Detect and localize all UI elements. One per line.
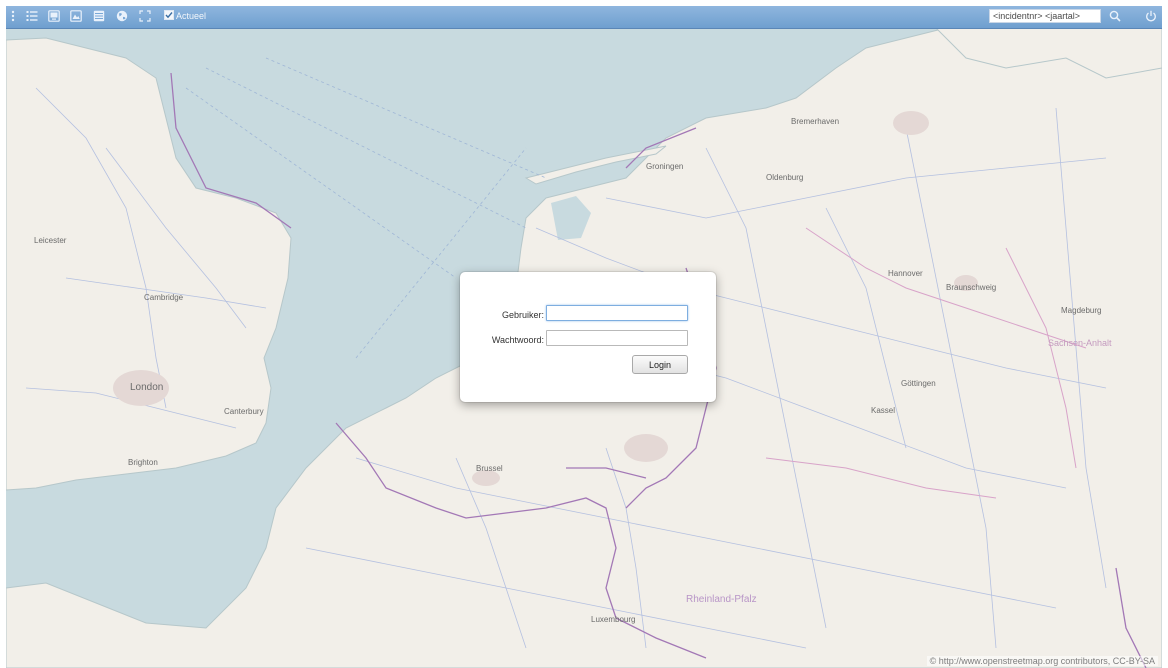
search-icon[interactable]: [1108, 9, 1122, 23]
image-icon[interactable]: [69, 9, 83, 23]
layers-list-icon[interactable]: [25, 9, 39, 23]
region-label: Sachsen-Anhalt: [1048, 338, 1112, 348]
city-label: Cambridge: [144, 293, 184, 302]
city-label: Magdeburg: [1061, 306, 1101, 315]
app-window: Actueel <incidentnr> <jaartal> London Ca…: [0, 0, 1168, 668]
user-label: Gebruiker:: [501, 310, 544, 320]
city-label: Canterbury: [224, 407, 264, 416]
actueel-checkbox[interactable]: [164, 10, 174, 20]
monitor-icon[interactable]: [47, 9, 61, 23]
password-input[interactable]: [546, 330, 688, 346]
login-dialog: Gebruiker: Wachtwoord: Login: [460, 272, 716, 402]
table-icon[interactable]: [92, 9, 106, 23]
globe-icon[interactable]: [115, 9, 129, 23]
city-label: Groningen: [646, 162, 683, 171]
map-viewer: Actueel <incidentnr> <jaartal> London Ca…: [6, 6, 1162, 668]
actueel-label: Actueel: [176, 11, 207, 21]
password-label: Wachtwoord:: [491, 335, 544, 345]
username-input[interactable]: [546, 305, 688, 321]
city-label: London: [130, 382, 163, 393]
city-label: Braunschweig: [946, 283, 996, 292]
city-label: Leicester: [34, 236, 67, 245]
region-label: Rheinland-Pfalz: [686, 594, 757, 605]
menu-icon[interactable]: [6, 9, 20, 23]
city-label: Brussel: [476, 464, 503, 473]
city-label: Oldenburg: [766, 173, 803, 182]
city-label: Brighton: [128, 458, 158, 467]
city-label: Luxembourg: [591, 615, 635, 624]
power-icon[interactable]: [1144, 9, 1158, 23]
city-label: Hannover: [888, 269, 923, 278]
incident-search-input[interactable]: [989, 9, 1101, 23]
city-label: Bremerhaven: [791, 117, 839, 126]
fullscreen-icon[interactable]: [138, 9, 152, 23]
login-button[interactable]: Login: [632, 355, 688, 374]
city-label: Göttingen: [901, 379, 936, 388]
map-attribution[interactable]: © http://www.openstreetmap.org contribut…: [926, 656, 1158, 666]
city-label: Kassel: [871, 406, 895, 415]
toolbar: Actueel: [6, 6, 1162, 29]
